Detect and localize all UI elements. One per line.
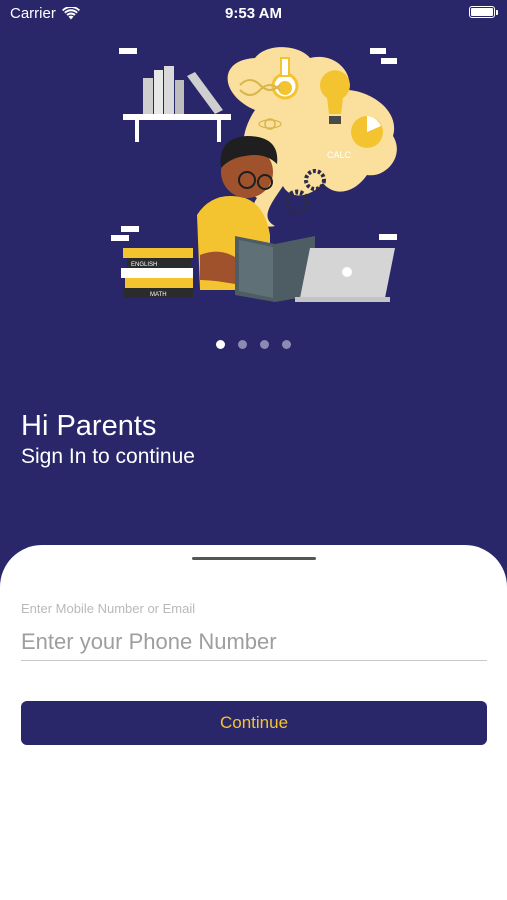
- battery-icon: [469, 6, 498, 18]
- student-reading-illustration: CALC ENGLISH MATH: [111, 47, 397, 302]
- english-book-label: ENGLISH: [131, 262, 157, 268]
- brick-decoration: [119, 48, 137, 54]
- math-book-label: MATH: [150, 292, 167, 298]
- status-right: [469, 6, 498, 18]
- shelf-book: [143, 78, 153, 114]
- login-screen: Carrier 9:53 AM CALC ENGLISH MATH Hi Par…: [0, 0, 507, 900]
- onboarding-pager: [0, 340, 507, 349]
- greeting-subtitle: Sign In to continue: [21, 445, 195, 468]
- brick-decoration: [370, 48, 386, 54]
- shelf: [123, 114, 231, 120]
- continue-button[interactable]: Continue: [21, 701, 487, 745]
- phone-input[interactable]: [21, 623, 487, 661]
- pager-dot-1[interactable]: [216, 340, 225, 349]
- brick-decoration: [379, 234, 397, 240]
- pager-dot-4[interactable]: [282, 340, 291, 349]
- pager-dot-2[interactable]: [238, 340, 247, 349]
- stacked-book: [123, 248, 193, 258]
- pager-dot-3[interactable]: [260, 340, 269, 349]
- login-sheet: Enter Mobile Number or Email Continue: [0, 545, 507, 900]
- status-time: 9:53 AM: [225, 5, 282, 22]
- phone-field-label: Enter Mobile Number or Email: [21, 601, 196, 616]
- shelf-book: [164, 66, 174, 114]
- calc-text: CALC: [327, 150, 352, 160]
- shelf-book: [175, 80, 184, 114]
- greeting-title: Hi Parents: [21, 410, 157, 442]
- brick-decoration: [121, 226, 139, 232]
- sheet-drag-handle[interactable]: [192, 557, 316, 560]
- brick-decoration: [381, 58, 397, 64]
- shelf-book: [154, 70, 163, 114]
- brick-decoration: [111, 235, 129, 241]
- status-bar: Carrier 9:53 AM: [0, 0, 507, 28]
- greeting: Hi Parents Sign In to continue: [21, 408, 195, 470]
- shelf-book: [187, 72, 223, 114]
